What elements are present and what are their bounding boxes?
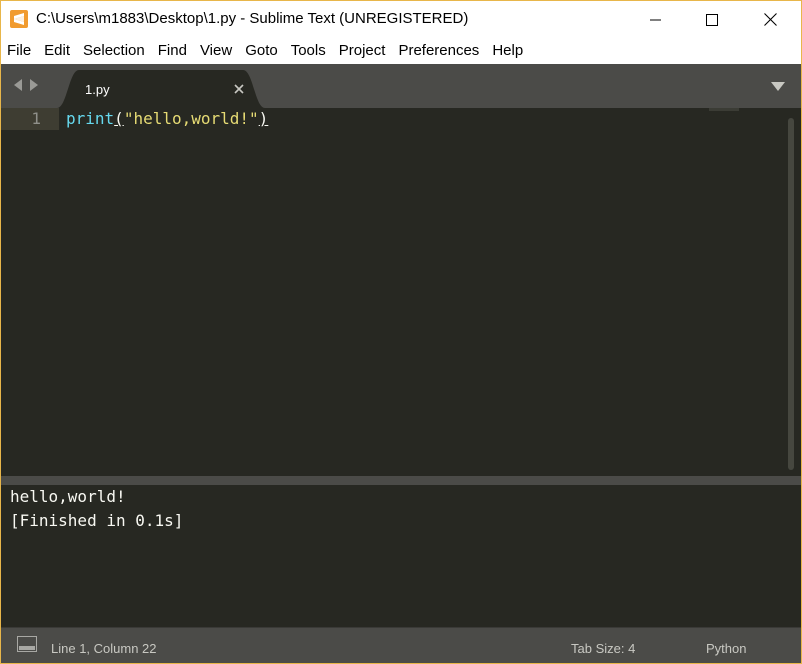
close-icon <box>763 13 777 26</box>
tab-size-setting[interactable]: Tab Size: 4 <box>571 641 635 656</box>
minimize-button[interactable] <box>633 1 679 38</box>
code-function: print <box>66 109 115 128</box>
menu-file[interactable]: File <box>1 38 37 64</box>
editor-area[interactable]: 1 print("hello,world!") <box>1 108 801 476</box>
sublime-window: C:\Users\m1883\Desktop\1.py - Sublime Te… <box>1 1 801 663</box>
menu-tools[interactable]: Tools <box>285 38 332 64</box>
tab-bar: 1.py <box>1 64 801 108</box>
menu-selection[interactable]: Selection <box>77 38 151 64</box>
syntax-selector[interactable]: Python <box>706 641 746 656</box>
minimap[interactable] <box>709 108 739 111</box>
output-line: [Finished in 0.1s] <box>10 511 184 530</box>
menu-preferences[interactable]: Preferences <box>392 38 485 64</box>
menu-bar: File Edit Selection Find View Goto Tools… <box>1 38 801 64</box>
title-bar: C:\Users\m1883\Desktop\1.py - Sublime Te… <box>1 1 801 38</box>
tab-label: 1.py <box>85 82 110 97</box>
line-number: 1 <box>31 109 41 128</box>
cursor-position: Line 1, Column 22 <box>51 641 157 656</box>
close-icon[interactable] <box>233 83 245 95</box>
panel-toggle-icon[interactable] <box>17 636 37 652</box>
tab-1-py[interactable]: 1.py <box>57 70 265 108</box>
build-output-panel: hello,world! [Finished in 0.1s] <box>1 485 801 627</box>
maximize-icon <box>706 13 718 26</box>
minimize-icon <box>650 19 661 20</box>
close-button[interactable] <box>747 1 793 38</box>
menu-help[interactable]: Help <box>486 38 529 64</box>
menu-project[interactable]: Project <box>333 38 392 64</box>
menu-find[interactable]: Find <box>152 38 193 64</box>
panel-divider[interactable] <box>1 476 801 485</box>
menu-view[interactable]: View <box>194 38 238 64</box>
chevron-left-icon[interactable] <box>13 79 23 91</box>
menu-edit[interactable]: Edit <box>38 38 76 64</box>
triangle-down-icon[interactable] <box>771 82 785 91</box>
code-line[interactable]: print("hello,world!") <box>66 108 268 130</box>
code-close-paren: ) <box>258 109 269 128</box>
sublime-text-icon <box>10 10 28 28</box>
tab-navigation <box>13 79 39 91</box>
code-open-paren: ( <box>114 109 124 128</box>
output-line: hello,world! <box>10 487 126 506</box>
current-line-gutter: 1 <box>1 108 59 130</box>
window-title: C:\Users\m1883\Desktop\1.py - Sublime Te… <box>36 10 469 27</box>
maximize-button[interactable] <box>689 1 735 38</box>
status-bar: Line 1, Column 22 Tab Size: 4 Python <box>1 627 801 663</box>
menu-goto[interactable]: Goto <box>239 38 284 64</box>
chevron-right-icon[interactable] <box>29 79 39 91</box>
code-string: "hello,world!" <box>123 109 259 128</box>
editor-scrollbar[interactable] <box>788 118 794 470</box>
